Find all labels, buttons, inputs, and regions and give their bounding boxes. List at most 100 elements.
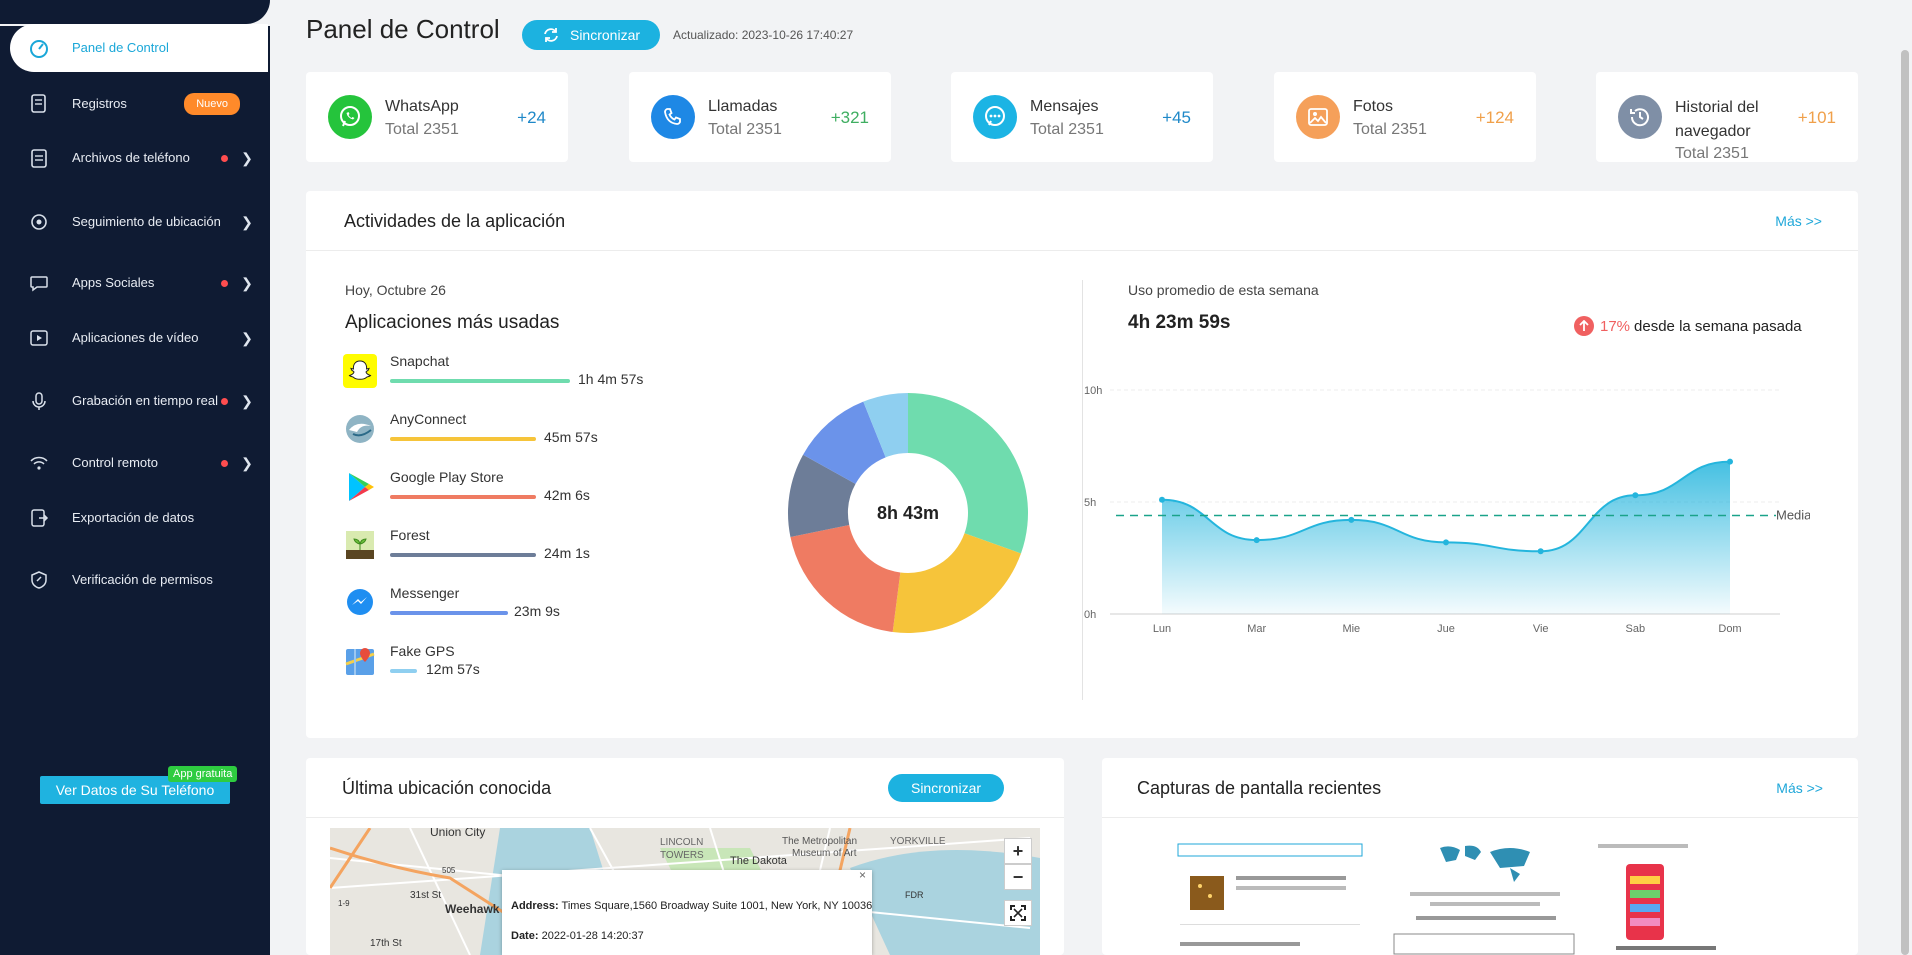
list-item[interactable]: Snapchat 1h 4m 57s [343,353,673,404]
stat-card-photos[interactable]: Fotos Total 2351 +124 [1274,72,1536,162]
donut-slice[interactable] [790,525,901,633]
data-point[interactable] [1727,458,1733,465]
x-tick-label: Sab [1626,623,1646,635]
stat-card-whatsapp[interactable]: WhatsApp Total 2351 +24 [306,72,568,162]
stat-card-browser-history[interactable]: Historial del navegador Total 2351 +101 [1596,72,1858,162]
sidebar-item-label: Registros [72,96,127,111]
donut-slice[interactable] [892,533,1021,633]
stat-total: Total 2351 [708,121,782,138]
week-change: 17% desde la semana pasada [1574,316,1802,336]
google-play-icon [343,470,377,504]
phone-icon [651,95,695,139]
photo-icon [1296,95,1340,139]
scrollbar[interactable] [1898,0,1912,955]
stat-name: Fotos [1353,98,1394,115]
fake-gps-icon [343,644,377,678]
weekly-usage-chart: 10h 5h 0h Lun Mar Mie Jue Vie Sab Dom Media [1084,385,1810,635]
sidebar-item-remote-control[interactable]: Control remoto ❯ [10,449,268,477]
sidebar-item-logs[interactable]: Registros Nuevo [10,90,268,118]
sidebar-item-video-apps[interactable]: Aplicaciones de vídeo ❯ [10,324,268,352]
page-title: Panel de Control [306,14,500,44]
more-link[interactable]: Más >> [1776,780,1823,796]
sidebar-item-label: Archivos de teléfono [72,150,190,165]
sidebar-item-location[interactable]: Seguimiento de ubicación ❯ [10,202,268,242]
sidebar-item-social-apps[interactable]: Apps Sociales ❯ [10,269,268,297]
location-sync-button[interactable]: Sincronizar [888,774,1004,802]
zoom-out-button[interactable]: − [1004,864,1032,890]
usage-bar [390,379,570,383]
microphone-icon [26,388,52,414]
sidebar-item-label: Panel de Control [72,40,169,55]
data-point[interactable] [1537,548,1544,555]
stat-card-calls[interactable]: Llamadas Total 2351 +321 [629,72,891,162]
new-badge: Nuevo [184,93,240,115]
y-tick-label: 0h [1084,609,1096,621]
zoom-in-button[interactable]: + [1004,838,1032,864]
usage-bar [390,553,536,557]
notification-dot [221,397,228,405]
more-link[interactable]: Más >> [1775,213,1822,229]
list-item[interactable]: AnyConnect 45m 57s [343,411,673,462]
date-label: Date: [511,930,539,942]
data-point[interactable] [1253,537,1260,544]
chevron-right-icon: ❯ [241,150,253,166]
week-average-value: 4h 23m 59s [1128,312,1231,333]
sidebar-item-permissions[interactable]: Verificación de permisos [10,560,268,600]
address-value: Times Square,1560 Broadway Suite 1001, N… [561,900,873,912]
fullscreen-icon[interactable] [1004,900,1032,926]
usage-donut-chart: 8h 43m [788,393,1028,633]
sidebar-top-tab [0,0,270,24]
map-label: LINCOLN [660,837,703,848]
stat-card-messages[interactable]: Mensajes Total 2351 +45 [951,72,1213,162]
export-icon [26,505,52,531]
donut-slice[interactable] [908,393,1028,554]
stat-name: Historial del navegador [1675,99,1759,140]
map-label: 31st St [410,890,441,901]
messenger-icon [343,586,377,620]
usage-bar [390,495,536,499]
map-label: YORKVILLE [890,836,946,847]
sidebar-item-label: Apps Sociales [72,275,155,290]
date-value: 2022-01-28 14:20:37 [541,930,644,942]
sidebar-item-phone-files[interactable]: Archivos de teléfono ❯ [10,144,268,172]
app-name: Forest [390,527,430,543]
sidebar-item-label: Seguimiento de ubicación [72,214,221,229]
close-icon[interactable]: × [859,868,866,882]
x-tick-label: Dom [1718,623,1741,635]
data-point[interactable] [1159,496,1165,503]
stat-delta: +321 [830,108,869,127]
updated-timestamp: Actualizado: 2023-10-26 17:40:27 [673,28,854,42]
stat-name: WhatsApp [385,98,459,115]
scrollbar-thumb[interactable] [1901,50,1909,955]
data-point[interactable] [1348,516,1355,523]
clipboard-icon [26,145,52,171]
area-fill [1162,461,1730,614]
usage-bar [390,669,417,673]
list-item[interactable]: Google Play Store 42m 6s [343,469,673,520]
x-tick-label: Lun [1153,623,1171,635]
list-item[interactable]: Forest 24m 1s [343,527,673,578]
log-icon [26,91,52,117]
x-tick-label: Mie [1342,623,1360,635]
data-point[interactable] [1443,539,1449,546]
video-icon [26,325,52,351]
screenshot-image [1176,842,1364,955]
screenshot-thumbnail[interactable] [1596,842,1784,955]
map-label: 1-9 [338,899,350,908]
app-name: Snapchat [390,353,450,369]
sidebar-item-live-recording[interactable]: Grabación en tiempo real ❯ [10,381,268,421]
map-label: TOWERS [660,850,704,861]
screenshot-thumbnail[interactable] [1390,842,1578,955]
usage-bar [390,611,508,615]
sync-button[interactable]: Sincronizar [522,20,660,50]
stat-total: Total 2351 [385,121,459,138]
sidebar-item-data-export[interactable]: Exportación de datos [10,504,268,532]
list-item[interactable]: Messenger 23m 9s [343,585,673,636]
sidebar-item-dashboard[interactable]: Panel de Control [10,24,268,72]
list-item[interactable]: Fake GPS 12m 57s [343,643,673,694]
screenshot-image [1390,842,1578,955]
screenshot-thumbnail[interactable] [1176,842,1364,955]
data-point[interactable] [1632,492,1639,499]
stat-delta: +124 [1475,108,1514,127]
message-icon [973,95,1017,139]
